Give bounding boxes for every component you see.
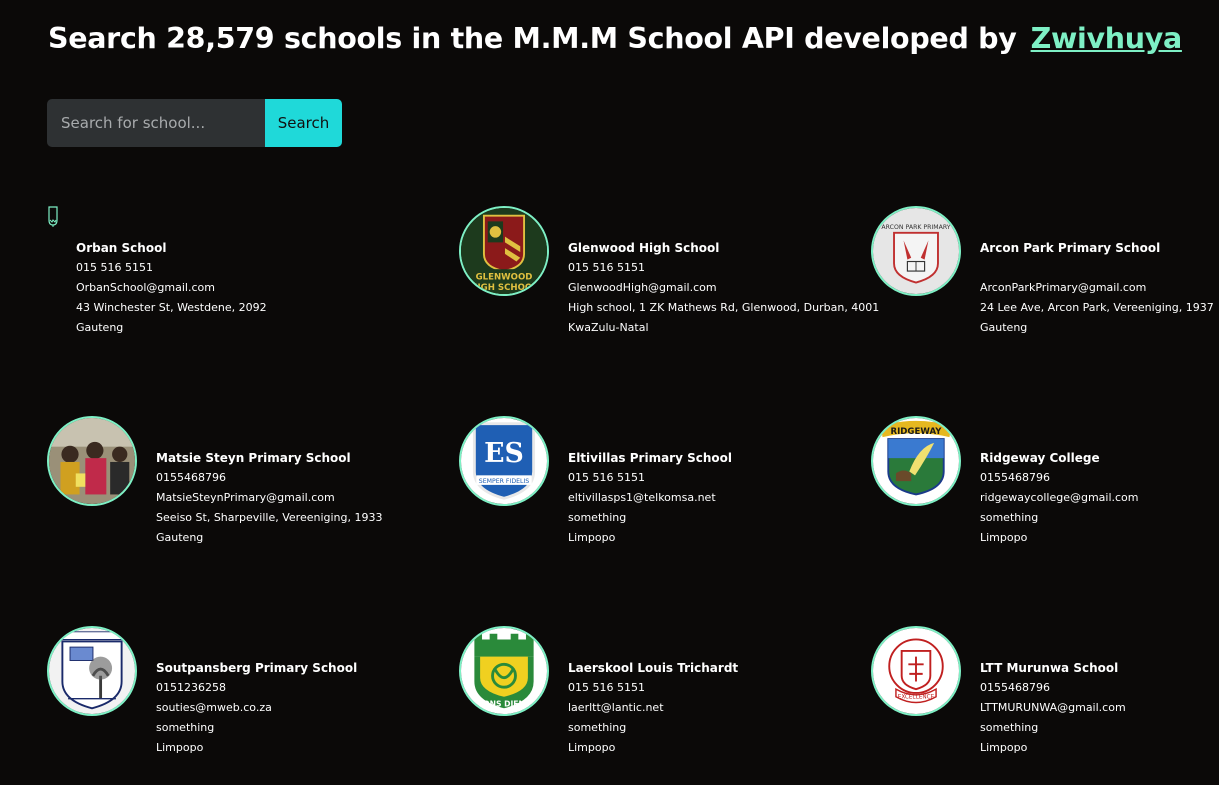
school-province: Gauteng bbox=[156, 531, 204, 544]
search-input[interactable] bbox=[47, 99, 265, 147]
author-link[interactable]: Zwivhuya bbox=[1031, 22, 1183, 55]
school-email: LTTMURUNWA@gmail.com bbox=[980, 701, 1126, 714]
page-title: Search 28,579 schools in the M.M.M Schoo… bbox=[48, 22, 1182, 55]
school-card: GLENWOOD HIGH SCHOOL Glenwood High Schoo… bbox=[459, 206, 879, 356]
school-card: EXCELLENCE LTT Murunwa School 0155468796… bbox=[871, 626, 1219, 776]
school-info: LTT Murunwa School 0155468796 LTTMURUNWA… bbox=[980, 658, 1126, 758]
school-name: Orban School bbox=[76, 241, 167, 255]
school-card: RIDGEWAY Ridgeway College 0155468796 rid… bbox=[871, 416, 1219, 566]
title-text: Search 28,579 schools in the M.M.M Schoo… bbox=[48, 22, 1017, 55]
school-photo-icon bbox=[49, 418, 135, 504]
school-email: eltivillasps1@telkomsa.net bbox=[568, 491, 716, 504]
school-name: Soutpansberg Primary School bbox=[156, 661, 358, 675]
school-phone: 0155468796 bbox=[980, 471, 1050, 484]
school-address: something bbox=[980, 721, 1039, 734]
school-logo: ARCON PARK PRIMARY bbox=[871, 206, 961, 296]
school-name: Arcon Park Primary School bbox=[980, 241, 1161, 255]
school-email: GlenwoodHigh@gmail.com bbox=[568, 281, 717, 294]
school-phone: 015 516 5151 bbox=[568, 681, 645, 694]
school-email: souties@mweb.co.za bbox=[156, 701, 272, 714]
school-province: Limpopo bbox=[980, 741, 1028, 754]
school-logo: GLENWOOD HIGH SCHOOL bbox=[459, 206, 549, 296]
school-info: Glenwood High School 015 516 5151 Glenwo… bbox=[568, 238, 879, 338]
school-phone: 015 516 5151 bbox=[568, 261, 645, 274]
school-name: LTT Murunwa School bbox=[980, 661, 1119, 675]
svg-text:ARCON PARK PRIMARY: ARCON PARK PRIMARY bbox=[881, 224, 950, 231]
school-logo: EXCELLENCE bbox=[871, 626, 961, 716]
school-address: something bbox=[568, 721, 627, 734]
school-name: Laerskool Louis Trichardt bbox=[568, 661, 739, 675]
school-province: Limpopo bbox=[980, 531, 1028, 544]
glenwood-crest-icon: GLENWOOD HIGH SCHOOL bbox=[461, 208, 547, 294]
school-name: Eltivillas Primary School bbox=[568, 451, 732, 465]
school-logo bbox=[47, 626, 137, 716]
louis-trichardt-crest-icon: ONS DIEN bbox=[461, 628, 547, 714]
school-card: Matsie Steyn Primary School 0155468796 M… bbox=[47, 416, 437, 566]
school-card: Orban School 015 516 5151 OrbanSchool@gm… bbox=[47, 206, 437, 356]
school-province: Limpopo bbox=[156, 741, 204, 754]
school-email: OrbanSchool@gmail.com bbox=[76, 281, 215, 294]
soutpansberg-crest-icon bbox=[49, 628, 135, 714]
school-name: Ridgeway College bbox=[980, 451, 1100, 465]
school-address: something bbox=[568, 511, 627, 524]
svg-text:ES: ES bbox=[484, 438, 524, 469]
school-info: Orban School 015 516 5151 OrbanSchool@gm… bbox=[76, 238, 267, 338]
school-address: 24 Lee Ave, Arcon Park, Vereeniging, 193… bbox=[980, 301, 1214, 314]
school-logo: ONS DIEN bbox=[459, 626, 549, 716]
school-phone: 0155468796 bbox=[156, 471, 226, 484]
school-info: Arcon Park Primary School ArconParkPrima… bbox=[980, 238, 1214, 338]
school-province: KwaZulu-Natal bbox=[568, 321, 649, 334]
school-address: something bbox=[980, 511, 1039, 524]
school-logo: ES SEMPER FIDELIS bbox=[459, 416, 549, 506]
school-card: ARCON PARK PRIMARY Arcon Park Primary Sc… bbox=[871, 206, 1219, 356]
school-info: Ridgeway College 0155468796 ridgewaycoll… bbox=[980, 448, 1139, 548]
school-address: 43 Winchester St, Westdene, 2092 bbox=[76, 301, 267, 314]
school-card: ES SEMPER FIDELIS Eltivillas Primary Sch… bbox=[459, 416, 849, 566]
school-province: Limpopo bbox=[568, 741, 616, 754]
school-email: laerltt@lantic.net bbox=[568, 701, 664, 714]
arcon-park-crest-icon: ARCON PARK PRIMARY bbox=[873, 208, 959, 294]
svg-text:SEMPER FIDELIS: SEMPER FIDELIS bbox=[479, 478, 530, 485]
school-card: Soutpansberg Primary School 0151236258 s… bbox=[47, 626, 437, 776]
school-info: Laerskool Louis Trichardt 015 516 5151 l… bbox=[568, 658, 738, 758]
school-province: Limpopo bbox=[568, 531, 616, 544]
svg-text:EXCELLENCE: EXCELLENCE bbox=[898, 695, 935, 701]
school-info: Matsie Steyn Primary School 0155468796 M… bbox=[156, 448, 383, 548]
ltt-murunwa-crest-icon: EXCELLENCE bbox=[873, 628, 959, 714]
school-address: High school, 1 ZK Mathews Rd, Glenwood, … bbox=[568, 301, 880, 314]
svg-text:RIDGEWAY: RIDGEWAY bbox=[890, 427, 942, 437]
ridgeway-crest-icon: RIDGEWAY bbox=[873, 418, 959, 504]
school-info: Eltivillas Primary School 015 516 5151 e… bbox=[568, 448, 732, 548]
school-name: Glenwood High School bbox=[568, 241, 720, 255]
search-button[interactable]: Search bbox=[265, 99, 342, 147]
school-phone bbox=[980, 258, 1214, 278]
school-phone: 0155468796 bbox=[980, 681, 1050, 694]
svg-text:GLENWOOD: GLENWOOD bbox=[476, 273, 533, 283]
school-logo: RIDGEWAY bbox=[871, 416, 961, 506]
school-address: Seeiso St, Sharpeville, Vereeniging, 193… bbox=[156, 511, 383, 524]
school-card: ONS DIEN Laerskool Louis Trichardt 015 5… bbox=[459, 626, 849, 776]
school-province: Gauteng bbox=[980, 321, 1028, 334]
school-email: ridgewaycollege@gmail.com bbox=[980, 491, 1139, 504]
school-phone: 0151236258 bbox=[156, 681, 226, 694]
school-address: something bbox=[156, 721, 215, 734]
svg-text:HIGH SCHOOL: HIGH SCHOOL bbox=[470, 283, 538, 293]
school-province: Gauteng bbox=[76, 321, 124, 334]
school-logo bbox=[47, 416, 137, 506]
eltivillas-crest-icon: ES SEMPER FIDELIS bbox=[461, 418, 547, 504]
svg-text:ONS DIEN: ONS DIEN bbox=[483, 699, 525, 708]
school-info: Soutpansberg Primary School 0151236258 s… bbox=[156, 658, 357, 758]
school-email: MatsieSteynPrimary@gmail.com bbox=[156, 491, 335, 504]
school-phone: 015 516 5151 bbox=[568, 471, 645, 484]
broken-image-icon bbox=[48, 206, 58, 227]
school-email: ArconParkPrimary@gmail.com bbox=[980, 281, 1147, 294]
school-phone: 015 516 5151 bbox=[76, 261, 153, 274]
school-name: Matsie Steyn Primary School bbox=[156, 451, 351, 465]
